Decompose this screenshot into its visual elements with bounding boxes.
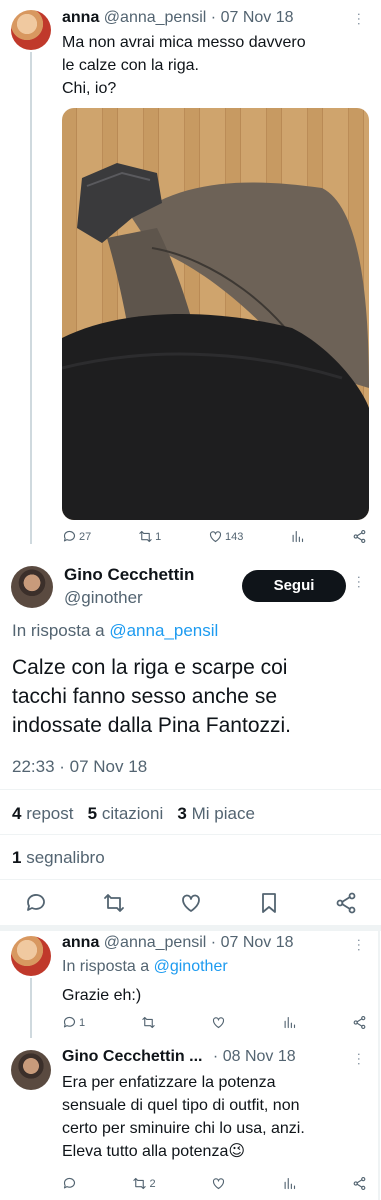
quote-count[interactable]: 5 citazioni <box>88 804 164 823</box>
author-handle[interactable]: @ginother <box>64 587 143 609</box>
reply-icon <box>63 1016 76 1028</box>
tweet-text: Ma non avrai mica messo davvero le calze… <box>62 34 306 97</box>
repost-icon <box>141 1016 155 1029</box>
share-icon <box>353 1177 366 1190</box>
repost-button[interactable]: 1 <box>138 529 161 544</box>
share-icon <box>353 530 366 543</box>
avatar[interactable] <box>11 566 53 608</box>
author-name[interactable]: anna <box>62 9 99 26</box>
share-button[interactable] <box>352 1176 367 1191</box>
more-icon[interactable]: ··· <box>352 12 368 26</box>
repost-button[interactable] <box>141 1015 156 1030</box>
reply-icon <box>63 1177 76 1189</box>
reply-icon <box>63 530 76 542</box>
more-icon[interactable]: ··· <box>352 1052 368 1066</box>
like-button[interactable] <box>211 1015 226 1030</box>
views-icon <box>284 1016 295 1029</box>
more-icon[interactable]: ··· <box>352 575 368 589</box>
tweet-date[interactable]: · 07 Nov 18 <box>211 934 294 951</box>
repost-icon <box>133 1177 147 1190</box>
author-handle[interactable]: @anna_pensil <box>104 934 207 951</box>
like-button[interactable]: 143 <box>208 529 243 544</box>
tweet-timestamp[interactable]: 22:33 · 07 Nov 18 <box>12 756 147 778</box>
thread-line <box>30 978 32 1038</box>
author-name[interactable]: anna <box>62 934 99 951</box>
divider <box>0 789 381 790</box>
share-icon[interactable] <box>334 891 358 915</box>
views-icon <box>292 530 304 543</box>
views-button[interactable] <box>282 1176 297 1191</box>
avatar[interactable] <box>11 936 51 976</box>
repost-count[interactable]: 4 repost <box>12 804 73 823</box>
repost-icon[interactable] <box>102 891 126 915</box>
reply-to-link[interactable]: @ginother <box>154 958 228 975</box>
tweet-actions: 1 <box>62 1015 367 1030</box>
bookmark-count[interactable]: 1 segnalibro <box>12 847 105 869</box>
reply-to-link[interactable]: @anna_pensil <box>109 621 218 640</box>
like-count[interactable]: 3 Mi piace <box>177 804 255 823</box>
like-button[interactable] <box>211 1176 226 1191</box>
share-icon <box>353 1016 366 1029</box>
bookmark-icon[interactable] <box>257 891 281 915</box>
more-icon[interactable]: ··· <box>352 938 368 952</box>
thread-line <box>30 52 32 544</box>
reply-icon[interactable] <box>24 891 48 915</box>
tweet-text: Grazie eh:) <box>62 987 142 1004</box>
tweet-photo[interactable] <box>62 108 369 520</box>
author-name[interactable]: Gino Cecchettin <box>64 564 194 586</box>
author-handle[interactable]: @anna_pensil <box>104 9 207 26</box>
share-button[interactable] <box>352 529 367 544</box>
views-button[interactable] <box>290 529 305 544</box>
like-icon <box>213 1017 225 1029</box>
section-separator <box>0 925 381 931</box>
share-button[interactable] <box>352 1015 367 1030</box>
divider <box>0 834 381 835</box>
reply-button[interactable]: 27 <box>62 529 91 544</box>
tweet-actions <box>24 891 358 915</box>
engagement-counts: 4 repost 5 citazioni 3 Mi piace <box>12 803 255 825</box>
reply-button[interactable] <box>62 1176 77 1191</box>
author-name[interactable]: Gino Cecchettin ... <box>62 1048 202 1065</box>
repost-icon <box>139 530 152 543</box>
reply-context: In risposta a @anna_pensil <box>12 621 219 640</box>
wink-emoji: 😉 <box>228 1143 246 1160</box>
views-icon <box>284 1177 295 1190</box>
reply-context: In risposta a @ginother <box>62 958 228 975</box>
like-icon <box>209 531 222 543</box>
divider <box>0 879 381 880</box>
tweet-date[interactable]: · 07 Nov 18 <box>211 9 294 26</box>
tweet-date[interactable]: · 08 Nov 18 <box>213 1048 296 1065</box>
avatar[interactable] <box>11 1050 51 1090</box>
like-icon[interactable] <box>179 891 203 915</box>
tweet-text: Calze con la riga e scarpe coi tacchi fa… <box>12 656 291 737</box>
tweet-actions: 2 <box>62 1176 367 1191</box>
right-edge-line <box>378 931 380 1200</box>
avatar[interactable] <box>11 10 51 50</box>
tweet-actions: 27 1 143 <box>62 529 367 544</box>
views-button[interactable] <box>282 1015 297 1030</box>
like-icon <box>213 1178 225 1190</box>
follow-button[interactable]: Segui <box>242 570 346 602</box>
reply-button[interactable]: 1 <box>62 1015 85 1030</box>
tweet-text: Era per enfatizzare la potenza sensuale … <box>62 1074 305 1160</box>
repost-button[interactable]: 2 <box>132 1176 156 1191</box>
